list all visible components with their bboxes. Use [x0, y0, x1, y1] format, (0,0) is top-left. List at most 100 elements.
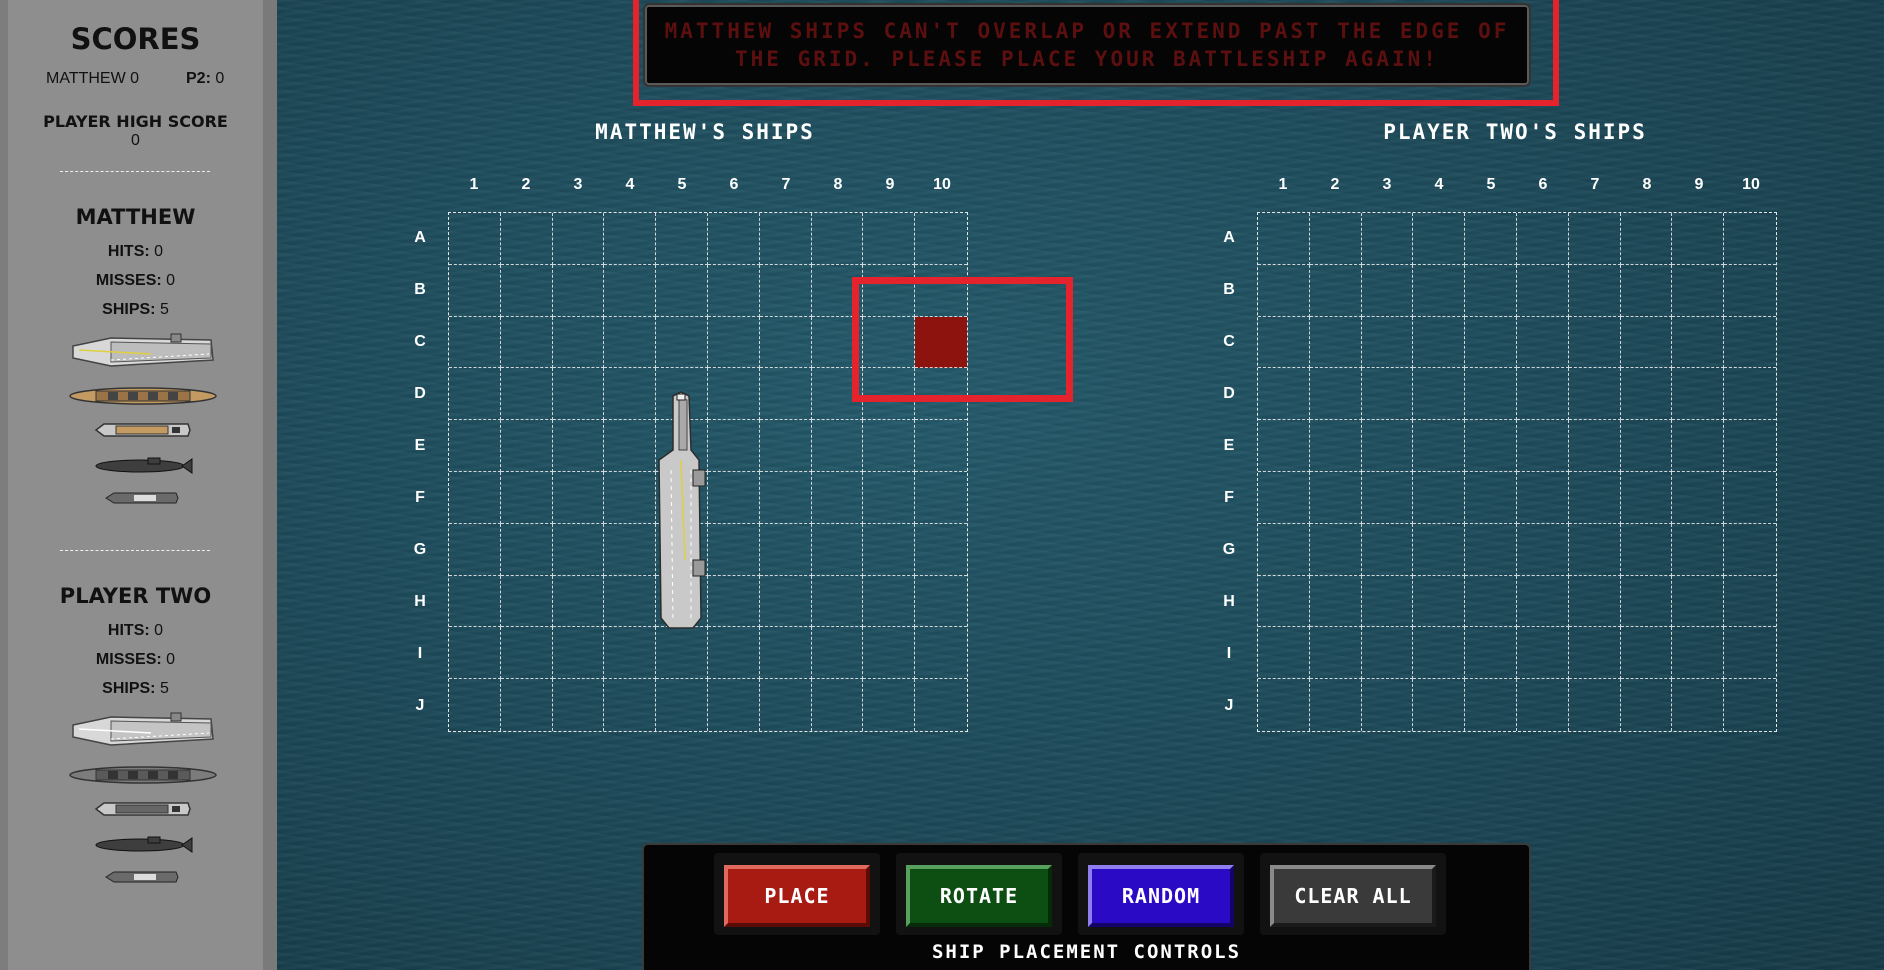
- grid-cell-g9[interactable]: [1672, 523, 1725, 576]
- grid-cell-b10[interactable]: [1724, 265, 1776, 317]
- grid-cell-c4[interactable]: [1413, 316, 1466, 369]
- grid-cell-h6[interactable]: [1516, 575, 1569, 628]
- grid-cell-e5[interactable]: [1465, 420, 1517, 472]
- grid-cell-c3[interactable]: [552, 316, 605, 369]
- grid-cell-c5[interactable]: [1465, 316, 1517, 369]
- grid-cell-i4[interactable]: [1413, 627, 1466, 680]
- grid-cell-j5[interactable]: [656, 679, 708, 731]
- grid-cell-i7[interactable]: [1568, 627, 1621, 680]
- grid-cell-f4[interactable]: [1413, 471, 1466, 524]
- grid-cell-j8[interactable]: [812, 679, 864, 731]
- aircraft-carrier-ship[interactable]: [655, 390, 707, 630]
- grid-cell-a8[interactable]: [1620, 213, 1673, 265]
- grid-cell-b5[interactable]: [1465, 264, 1517, 317]
- grid-cell-j7[interactable]: [1569, 679, 1621, 731]
- grid-cell-g8[interactable]: [811, 523, 864, 576]
- grid-cell-a9[interactable]: [863, 213, 916, 265]
- grid-cell-g6[interactable]: [1516, 523, 1569, 576]
- grid-cell-i5[interactable]: [656, 627, 708, 680]
- grid-cell-f6[interactable]: [1516, 471, 1569, 524]
- grid-cell-f3[interactable]: [552, 471, 605, 524]
- grid-cell-a5[interactable]: [656, 213, 708, 265]
- grid-cell-a6[interactable]: [707, 213, 760, 265]
- grid-cell-d4[interactable]: [1413, 368, 1466, 421]
- place-button[interactable]: PLACE: [724, 865, 870, 927]
- rotate-button[interactable]: ROTATE: [906, 865, 1052, 927]
- grid-cell-c6[interactable]: [1516, 316, 1569, 369]
- grid-cell-i10[interactable]: [915, 627, 967, 680]
- player-two-board[interactable]: [1257, 212, 1777, 732]
- grid-cell-d1[interactable]: [449, 368, 501, 421]
- grid-cell-f3[interactable]: [1361, 471, 1414, 524]
- grid-cell-j9[interactable]: [1672, 679, 1725, 731]
- grid-cell-f4[interactable]: [604, 471, 657, 524]
- grid-cell-b1[interactable]: [1258, 264, 1310, 317]
- grid-cell-g1[interactable]: [449, 523, 501, 576]
- grid-cell-j3[interactable]: [553, 679, 605, 731]
- grid-cell-d1[interactable]: [1258, 368, 1310, 421]
- grid-cell-j7[interactable]: [760, 679, 812, 731]
- grid-cell-i6[interactable]: [707, 627, 760, 680]
- grid-cell-h2[interactable]: [500, 575, 553, 628]
- grid-cell-b9[interactable]: [1672, 264, 1725, 317]
- grid-cell-i3[interactable]: [552, 627, 605, 680]
- grid-cell-d6[interactable]: [707, 368, 760, 421]
- grid-cell-e1[interactable]: [1258, 420, 1310, 472]
- grid-cell-c1[interactable]: [449, 316, 501, 369]
- grid-cell-e3[interactable]: [1361, 420, 1414, 472]
- grid-cell-h1[interactable]: [1258, 575, 1310, 628]
- grid-cell-c3[interactable]: [1361, 316, 1414, 369]
- grid-cell-d9[interactable]: [1672, 368, 1725, 421]
- grid-cell-a10[interactable]: [915, 213, 967, 265]
- grid-cell-g5[interactable]: [1465, 523, 1517, 576]
- grid-cell-d7[interactable]: [759, 368, 812, 421]
- grid-cell-e7[interactable]: [759, 420, 812, 472]
- grid-cell-j9[interactable]: [863, 679, 916, 731]
- grid-cell-d4[interactable]: [604, 368, 657, 421]
- grid-cell-i9[interactable]: [863, 627, 916, 680]
- grid-cell-e7[interactable]: [1568, 420, 1621, 472]
- grid-cell-c6[interactable]: [707, 316, 760, 369]
- grid-cell-g7[interactable]: [1568, 523, 1621, 576]
- grid-cell-h1[interactable]: [449, 575, 501, 628]
- grid-cell-j1[interactable]: [1258, 679, 1310, 731]
- grid-cell-f1[interactable]: [1258, 471, 1310, 524]
- grid-cell-a9[interactable]: [1672, 213, 1725, 265]
- grid-cell-g3[interactable]: [1361, 523, 1414, 576]
- grid-cell-b3[interactable]: [1361, 264, 1414, 317]
- grid-cell-e8[interactable]: [811, 420, 864, 472]
- grid-cell-i4[interactable]: [604, 627, 657, 680]
- grid-cell-j4[interactable]: [604, 679, 657, 731]
- grid-cell-c1[interactable]: [1258, 316, 1310, 369]
- grid-cell-b2[interactable]: [500, 264, 553, 317]
- grid-cell-f10[interactable]: [915, 472, 967, 524]
- grid-cell-c7[interactable]: [1568, 316, 1621, 369]
- grid-cell-b7[interactable]: [1568, 264, 1621, 317]
- grid-cell-f2[interactable]: [1309, 471, 1362, 524]
- grid-cell-a3[interactable]: [1361, 213, 1414, 265]
- grid-cell-i6[interactable]: [1516, 627, 1569, 680]
- grid-cell-g7[interactable]: [759, 523, 812, 576]
- grid-cell-j10[interactable]: [1724, 679, 1776, 731]
- grid-cell-a1[interactable]: [1258, 213, 1310, 265]
- grid-cell-a2[interactable]: [500, 213, 553, 265]
- grid-cell-j3[interactable]: [1362, 679, 1414, 731]
- grid-cell-g1[interactable]: [1258, 523, 1310, 576]
- grid-cell-a4[interactable]: [1413, 213, 1466, 265]
- grid-cell-h8[interactable]: [811, 575, 864, 628]
- grid-cell-f9[interactable]: [863, 471, 916, 524]
- grid-cell-i8[interactable]: [1620, 627, 1673, 680]
- grid-cell-h8[interactable]: [1620, 575, 1673, 628]
- grid-cell-i2[interactable]: [500, 627, 553, 680]
- grid-cell-g3[interactable]: [552, 523, 605, 576]
- grid-cell-c4[interactable]: [604, 316, 657, 369]
- grid-cell-b4[interactable]: [1413, 264, 1466, 317]
- grid-cell-d6[interactable]: [1516, 368, 1569, 421]
- grid-cell-g9[interactable]: [863, 523, 916, 576]
- grid-cell-b4[interactable]: [604, 264, 657, 317]
- grid-cell-b1[interactable]: [449, 264, 501, 317]
- grid-cell-h9[interactable]: [1672, 575, 1725, 628]
- grid-cell-d5[interactable]: [1465, 368, 1517, 421]
- grid-cell-h5[interactable]: [1465, 575, 1517, 628]
- grid-cell-d3[interactable]: [552, 368, 605, 421]
